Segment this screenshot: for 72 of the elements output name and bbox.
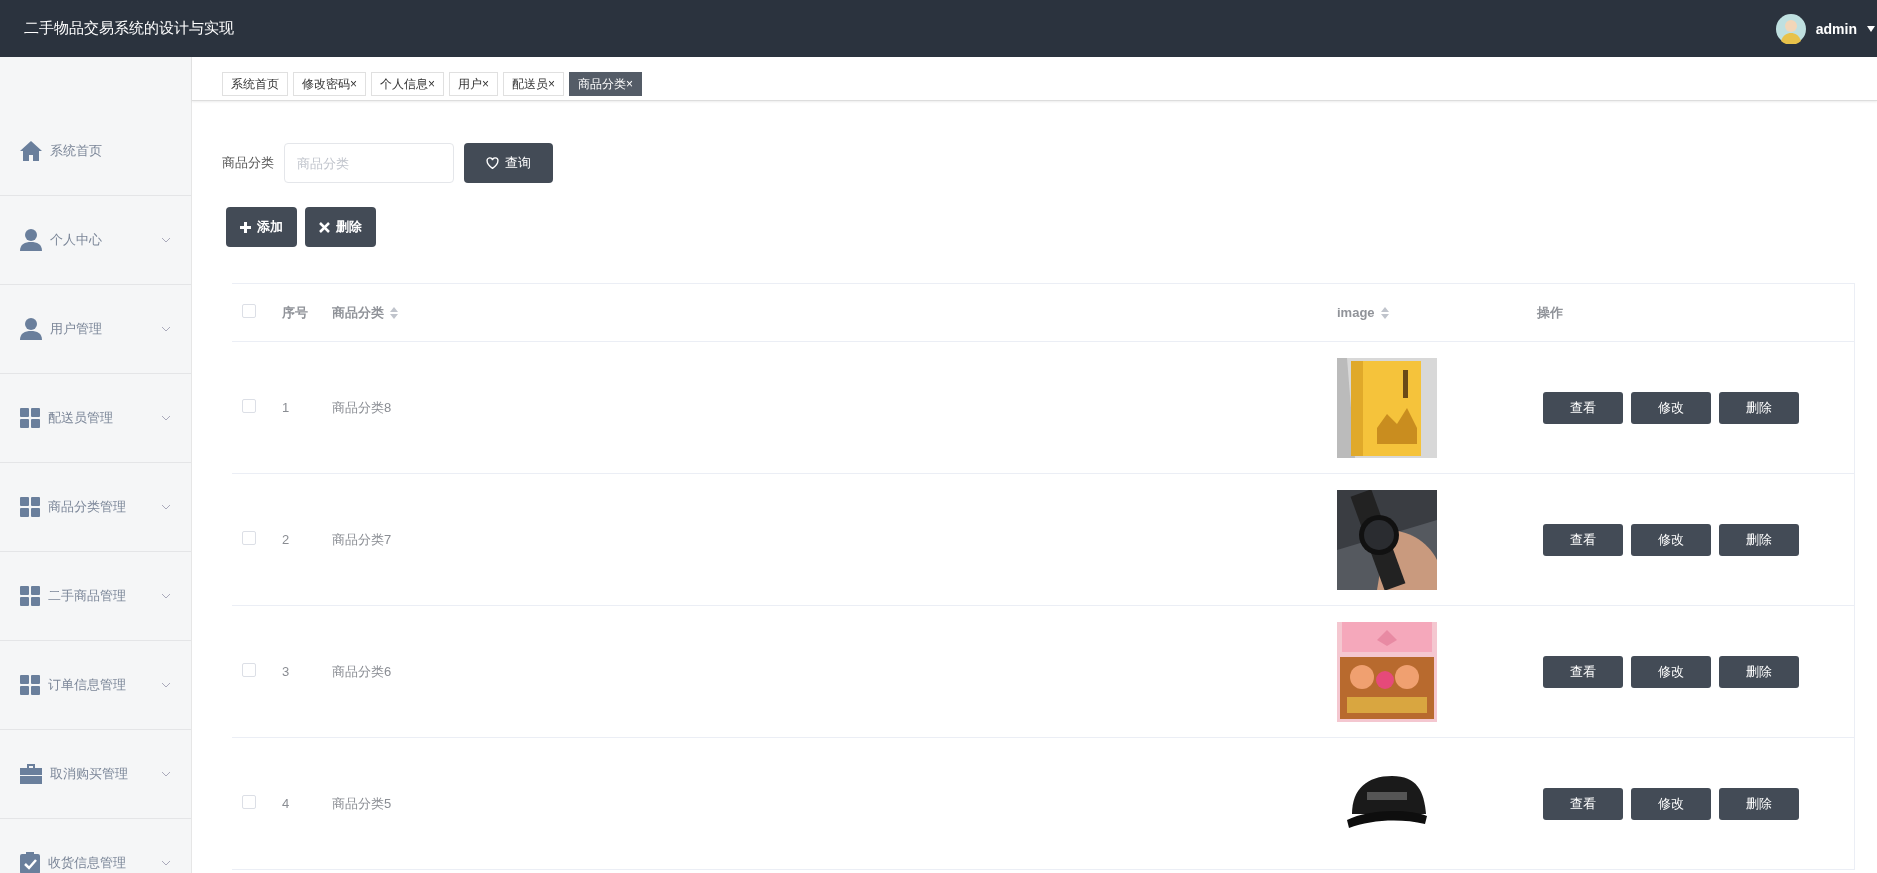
search-field[interactable]: 商品分类 <box>284 143 454 183</box>
row-checkbox[interactable] <box>242 530 256 545</box>
chevron-down-icon <box>161 682 171 688</box>
app-title: 二手物品交易系统的设计与实现 <box>24 19 234 38</box>
grid-icon <box>20 408 40 428</box>
sidebar-item[interactable]: 取消购买管理 <box>0 730 191 819</box>
sidebar-item[interactable]: 用户管理 <box>0 285 191 374</box>
column-header: 序号 <box>282 303 308 322</box>
row-checkbox[interactable] <box>242 794 256 809</box>
chevron-down-icon <box>161 504 171 510</box>
user-name[interactable]: admin <box>1815 20 1857 37</box>
view-button[interactable]: 查看 <box>1543 787 1623 820</box>
view-button[interactable]: 查看 <box>1543 655 1623 688</box>
delete-button[interactable]: 删除 <box>1719 523 1799 556</box>
sidebar-item[interactable]: 个人中心 <box>0 196 191 285</box>
column-header: 操作 <box>1537 303 1563 322</box>
edit-button[interactable]: 修改 <box>1631 391 1711 424</box>
tab[interactable]: 商品分类× <box>569 72 643 96</box>
tab[interactable]: 修改密码× <box>293 72 366 96</box>
edit-button[interactable]: 修改 <box>1631 523 1711 556</box>
table-cell-text: 4 <box>282 796 291 811</box>
delete-button[interactable]: 删除 <box>305 207 376 247</box>
sidebar-item[interactable]: 配送员管理 <box>0 374 191 463</box>
view-button[interactable]: 查看 <box>1543 523 1623 556</box>
chevron-down-icon <box>161 593 171 599</box>
tab[interactable]: 个人信息× <box>371 72 445 96</box>
search-button[interactable]: 查询 <box>464 143 553 183</box>
view-button[interactable]: 查看 <box>1543 391 1623 424</box>
table-cell-text: 商品分类7 <box>332 530 393 549</box>
chevron-down-icon <box>161 771 171 777</box>
chevron-down-icon <box>161 415 171 421</box>
close-icon <box>319 221 330 233</box>
user-icon <box>20 229 42 251</box>
table-cell-text: 商品分类6 <box>332 662 393 681</box>
caret-icon[interactable] <box>1867 25 1875 32</box>
grid-icon <box>20 586 40 606</box>
delete-button[interactable]: 删除 <box>1719 655 1799 688</box>
chevron-down-icon <box>161 237 171 243</box>
sidebar-item[interactable]: 订单信息管理 <box>0 641 191 730</box>
row-checkbox[interactable] <box>242 398 256 413</box>
add-button[interactable]: 添加 <box>226 207 297 247</box>
sort-icon[interactable] <box>1380 306 1389 319</box>
sort-icon[interactable] <box>390 306 398 319</box>
table-cell-text: 2 <box>282 532 291 547</box>
plus-icon <box>240 221 251 233</box>
delete-button[interactable]: 删除 <box>1719 787 1799 820</box>
table-cell-text: 商品分类8 <box>332 398 393 417</box>
user-icon <box>20 318 42 340</box>
select-all-checkbox[interactable] <box>242 303 256 318</box>
avatar[interactable] <box>1775 13 1806 44</box>
tab[interactable]: 用户× <box>449 72 499 96</box>
edit-button[interactable]: 修改 <box>1631 655 1711 688</box>
edit-button[interactable]: 修改 <box>1631 787 1711 820</box>
grid-icon <box>20 675 40 695</box>
tab[interactable]: 配送员× <box>503 72 565 96</box>
sidebar-item[interactable]: 二手商品管理 <box>0 552 191 641</box>
briefcase-icon <box>20 764 42 784</box>
heart-icon <box>486 157 499 169</box>
table-cell-text: 商品分类5 <box>332 794 393 813</box>
search-label: 商品分类 <box>222 154 274 172</box>
delete-button[interactable]: 删除 <box>1719 391 1799 424</box>
sidebar-item[interactable]: 收货信息管理 <box>0 819 191 873</box>
sidebar-item[interactable]: 系统首页 <box>0 107 191 196</box>
tab[interactable]: 系统首页 <box>222 72 288 96</box>
chevron-down-icon <box>161 326 171 332</box>
table-cell-text: 3 <box>282 664 291 679</box>
home-icon <box>20 141 42 161</box>
chevron-down-icon <box>161 860 171 866</box>
grid-icon <box>20 497 40 517</box>
table-cell-text: 1 <box>282 400 291 415</box>
sidebar-item[interactable]: 商品分类管理 <box>0 463 191 552</box>
row-checkbox[interactable] <box>242 662 256 677</box>
